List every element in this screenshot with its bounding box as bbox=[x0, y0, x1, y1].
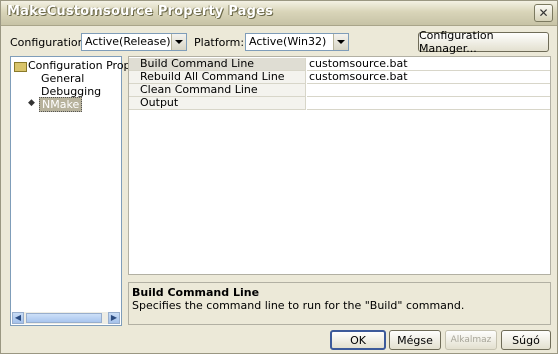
title-bar[interactable]: MakeCustomsource Property Pages ✕ bbox=[1, 1, 557, 26]
property-name[interactable]: Output bbox=[129, 97, 306, 110]
property-grid[interactable]: Build Command Line customsource.bat Rebu… bbox=[128, 56, 551, 275]
chevron-down-icon[interactable] bbox=[333, 34, 348, 50]
configuration-value: Active(Release) bbox=[85, 35, 171, 48]
tree-item-nmake[interactable]: NMake bbox=[39, 97, 83, 112]
scroll-left-icon[interactable]: ◀ bbox=[12, 312, 24, 324]
configuration-dropdown[interactable]: Active(Release) bbox=[81, 33, 187, 51]
description-text: Specifies the command line to run for th… bbox=[132, 299, 465, 312]
configuration-manager-button[interactable]: Configuration Manager... bbox=[418, 29, 549, 55]
cancel-button[interactable]: Mégse bbox=[389, 330, 441, 350]
chevron-down-icon[interactable] bbox=[171, 34, 186, 50]
window-title: MakeCustomsource Property Pages bbox=[7, 4, 274, 19]
property-pages-window: MakeCustomsource Property Pages ✕ Config… bbox=[0, 0, 558, 354]
apply-button[interactable]: Alkalmaz bbox=[445, 330, 497, 350]
close-button[interactable]: ✕ bbox=[534, 4, 553, 22]
description-panel: Build Command Line Specifies the command… bbox=[128, 282, 551, 325]
tree-root[interactable]: Configuration Prope bbox=[28, 59, 137, 72]
property-value[interactable]: customsource.bat bbox=[307, 71, 550, 84]
tree-horizontal-scrollbar[interactable]: ◀ ▶ bbox=[12, 312, 120, 324]
expand-marker-icon: ◆ bbox=[28, 98, 35, 108]
platform-value: Active(Win32) bbox=[249, 35, 327, 48]
close-icon: ✕ bbox=[538, 6, 549, 20]
ok-button[interactable]: OK bbox=[330, 330, 386, 350]
property-value[interactable] bbox=[307, 84, 550, 97]
grid-row[interactable]: Output bbox=[129, 97, 550, 110]
scroll-right-icon[interactable]: ▶ bbox=[108, 312, 120, 324]
grid-row[interactable]: Clean Command Line bbox=[129, 84, 550, 97]
property-value[interactable] bbox=[307, 97, 550, 110]
platform-dropdown[interactable]: Active(Win32) bbox=[245, 33, 349, 51]
configuration-label: Configuration: bbox=[10, 36, 89, 49]
tree-item-general[interactable]: General bbox=[41, 72, 84, 85]
description-title: Build Command Line bbox=[132, 286, 260, 299]
help-button[interactable]: Súgó bbox=[501, 330, 551, 350]
platform-label: Platform: bbox=[194, 36, 245, 49]
folder-icon bbox=[14, 62, 27, 72]
category-tree[interactable]: Configuration Prope General Debugging ◆ … bbox=[10, 56, 137, 326]
scroll-thumb[interactable] bbox=[26, 313, 102, 323]
